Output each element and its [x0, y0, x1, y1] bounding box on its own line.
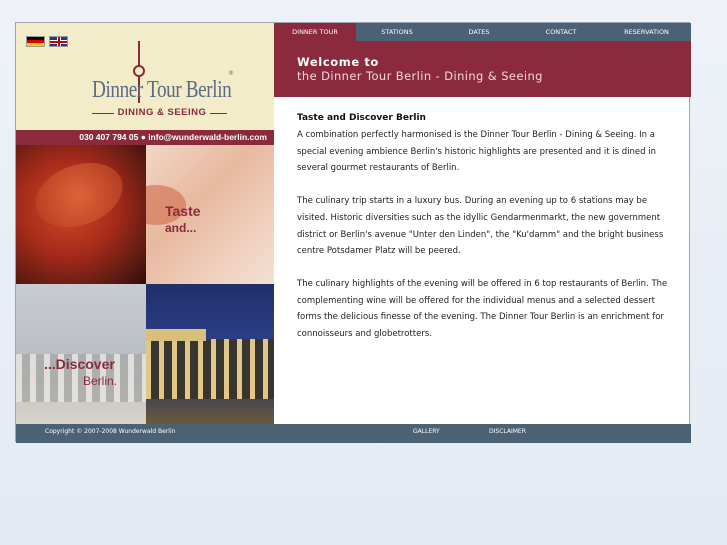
page-header: Welcome to the Dinner Tour Berlin - Dini…	[274, 41, 691, 97]
content-title: Taste and Discover Berlin	[297, 113, 426, 123]
contact-bar: 030 407 794 05 ● info@wunderwald-berlin.…	[16, 130, 274, 145]
lobster-photo	[16, 145, 146, 284]
uk-flag-icon[interactable]	[49, 36, 68, 47]
welcome-title: Welcome to	[297, 55, 379, 69]
discover-caption: ...Discover	[44, 356, 115, 372]
content-paragraph: The culinary highlights of the evening w…	[297, 278, 668, 340]
logo-area: Dinner Tour Berlin ® DINING & SEEING	[16, 23, 274, 130]
left-column: Dinner Tour Berlin ® DINING & SEEING 030…	[16, 23, 274, 424]
registered-mark: ®	[228, 70, 234, 77]
footer-gallery-link[interactable]: GALLERY	[413, 424, 440, 440]
berlin-caption: Berlin.	[83, 374, 118, 388]
logo-tagline: DINING & SEEING	[113, 107, 211, 118]
lobster-photo-light: Taste and...	[146, 145, 274, 284]
footer-disclaimer-link[interactable]: DISCLAIMER	[489, 424, 526, 440]
tv-tower-sphere	[133, 65, 145, 77]
logo[interactable]: Dinner Tour Berlin ® DINING & SEEING	[86, 39, 236, 124]
brandenburg-gate-photo: ...Discover Berlin.	[16, 284, 146, 424]
main-content: Taste and Discover Berlin A combination …	[274, 97, 691, 424]
logo-text: Dinner Tour Berlin	[92, 77, 232, 103]
taste-caption: Taste	[165, 203, 201, 219]
nav-dates[interactable]: DATES	[438, 23, 520, 41]
nav-contact[interactable]: CONTACT	[520, 23, 602, 41]
content-paragraph: A combination perfectly harmonised is th…	[297, 130, 657, 174]
nav-dinner-tour[interactable]: DINNER TOUR	[274, 23, 356, 41]
site-container: Dinner Tour Berlin ® DINING & SEEING 030…	[15, 22, 691, 443]
nav-stations[interactable]: STATIONS	[356, 23, 438, 41]
welcome-subtitle: the Dinner Tour Berlin - Dining & Seeing	[297, 69, 543, 83]
german-flag-icon[interactable]	[26, 36, 45, 47]
and-caption: and...	[165, 221, 197, 235]
content-paragraph: The culinary trip starts in a luxury bus…	[297, 196, 664, 257]
footer: Copyright © 2007-2008 Wunderwald Berlin …	[16, 424, 691, 443]
copyright-text: Copyright © 2007-2008 Wunderwald Berlin	[45, 428, 176, 435]
main-nav: DINNER TOUR STATIONS DATES CONTACT RESER…	[274, 23, 691, 41]
nav-reservation[interactable]: RESERVATION	[602, 23, 691, 41]
brandenburg-gate-night-photo	[146, 284, 274, 424]
